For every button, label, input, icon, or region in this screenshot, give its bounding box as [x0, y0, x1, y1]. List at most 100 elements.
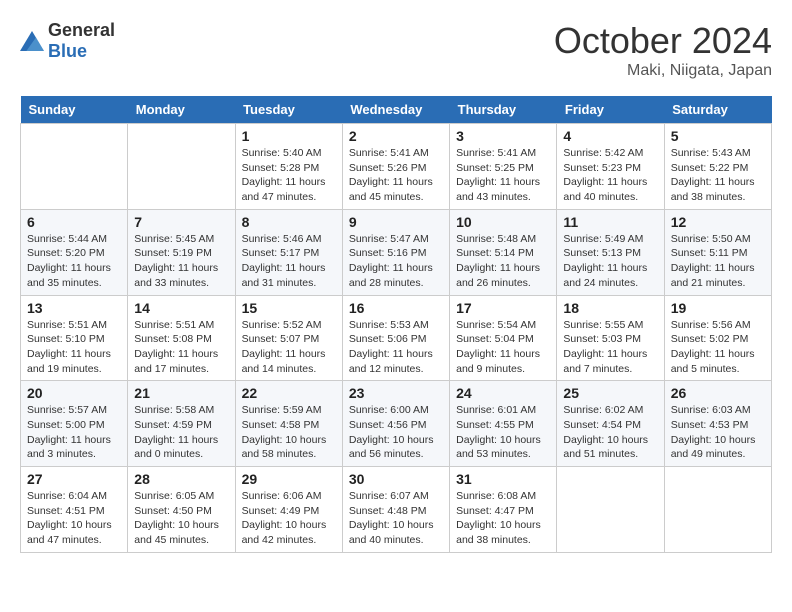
day-number: 1	[242, 128, 336, 144]
calendar-cell	[557, 467, 664, 553]
calendar-cell: 5Sunrise: 5:43 AM Sunset: 5:22 PM Daylig…	[664, 124, 771, 210]
day-info: Sunrise: 5:41 AM Sunset: 5:25 PM Dayligh…	[456, 146, 550, 205]
calendar-cell: 31 Sunrise: 6:08 AM Sunset: 4:47 PM Dayli…	[450, 467, 557, 553]
day-number: 27	[27, 471, 121, 487]
day-number: 9	[349, 214, 443, 230]
day-info: Sunrise: 6:04 AM Sunset: 4:51 PM Dayligh…	[27, 489, 121, 548]
day-info: Sunrise: 5:43 AM Sunset: 5:22 PM Dayligh…	[671, 146, 765, 205]
day-info: Sunrise: 6:05 AM Sunset: 4:50 PM Dayligh…	[134, 489, 228, 548]
day-info: Sunrise: 5:49 AM Sunset: 5:13 PM Dayligh…	[563, 232, 657, 291]
day-info: Sunrise: 5:50 AM Sunset: 5:11 PM Dayligh…	[671, 232, 765, 291]
week-row-3: 13 Sunrise: 5:51 AM Sunset: 5:10 PM Dayli…	[21, 295, 772, 381]
title-block: October 2024 Maki, Niigata, Japan	[554, 20, 772, 80]
day-number: 24	[456, 385, 550, 401]
calendar-cell: 9Sunrise: 5:47 AM Sunset: 5:16 PM Daylig…	[342, 209, 449, 295]
calendar-cell: 4 Sunrise: 5:42 AM Sunset: 5:23 PM Daylig…	[557, 124, 664, 210]
day-number: 8	[242, 214, 336, 230]
day-number: 6	[27, 214, 121, 230]
day-number: 17	[456, 300, 550, 316]
day-info: Sunrise: 5:46 AM Sunset: 5:17 PM Dayligh…	[242, 232, 336, 291]
calendar-cell: 17 Sunrise: 5:54 AM Sunset: 5:04 PM Dayli…	[450, 295, 557, 381]
day-info: Sunrise: 6:07 AM Sunset: 4:48 PM Dayligh…	[349, 489, 443, 548]
week-row-5: 27 Sunrise: 6:04 AM Sunset: 4:51 PM Dayli…	[21, 467, 772, 553]
day-info: Sunrise: 5:48 AM Sunset: 5:14 PM Dayligh…	[456, 232, 550, 291]
calendar-cell: 23 Sunrise: 6:00 AM Sunset: 4:56 PM Dayli…	[342, 381, 449, 467]
day-info: Sunrise: 6:01 AM Sunset: 4:55 PM Dayligh…	[456, 403, 550, 462]
calendar-cell: 18 Sunrise: 5:55 AM Sunset: 5:03 PM Dayli…	[557, 295, 664, 381]
calendar-cell: 30 Sunrise: 6:07 AM Sunset: 4:48 PM Dayli…	[342, 467, 449, 553]
day-number: 23	[349, 385, 443, 401]
day-number: 14	[134, 300, 228, 316]
day-header-friday: Friday	[557, 96, 664, 124]
day-info: Sunrise: 6:00 AM Sunset: 4:56 PM Dayligh…	[349, 403, 443, 462]
day-number: 4	[563, 128, 657, 144]
day-number: 25	[563, 385, 657, 401]
day-number: 20	[27, 385, 121, 401]
week-row-4: 20 Sunrise: 5:57 AM Sunset: 5:00 PM Dayli…	[21, 381, 772, 467]
day-info: Sunrise: 6:02 AM Sunset: 4:54 PM Dayligh…	[563, 403, 657, 462]
calendar-cell	[21, 124, 128, 210]
day-number: 22	[242, 385, 336, 401]
logo-icon	[20, 31, 44, 51]
day-info: Sunrise: 6:03 AM Sunset: 4:53 PM Dayligh…	[671, 403, 765, 462]
calendar-cell: 20 Sunrise: 5:57 AM Sunset: 5:00 PM Dayli…	[21, 381, 128, 467]
day-number: 10	[456, 214, 550, 230]
day-number: 15	[242, 300, 336, 316]
day-number: 12	[671, 214, 765, 230]
day-number: 3	[456, 128, 550, 144]
day-info: Sunrise: 5:42 AM Sunset: 5:23 PM Dayligh…	[563, 146, 657, 205]
calendar-cell: 27 Sunrise: 6:04 AM Sunset: 4:51 PM Dayli…	[21, 467, 128, 553]
day-number: 18	[563, 300, 657, 316]
calendar-cell: 6Sunrise: 5:44 AM Sunset: 5:20 PM Daylig…	[21, 209, 128, 295]
day-header-saturday: Saturday	[664, 96, 771, 124]
day-number: 26	[671, 385, 765, 401]
day-header-thursday: Thursday	[450, 96, 557, 124]
day-number: 30	[349, 471, 443, 487]
logo-text-blue: Blue	[48, 41, 87, 61]
calendar-table: SundayMondayTuesdayWednesdayThursdayFrid…	[20, 96, 772, 553]
calendar-cell	[128, 124, 235, 210]
day-info: Sunrise: 5:51 AM Sunset: 5:10 PM Dayligh…	[27, 318, 121, 377]
day-info: Sunrise: 5:56 AM Sunset: 5:02 PM Dayligh…	[671, 318, 765, 377]
calendar-cell: 12 Sunrise: 5:50 AM Sunset: 5:11 PM Dayli…	[664, 209, 771, 295]
calendar-cell: 15Sunrise: 5:52 AM Sunset: 5:07 PM Dayli…	[235, 295, 342, 381]
day-number: 28	[134, 471, 228, 487]
calendar-cell: 3 Sunrise: 5:41 AM Sunset: 5:25 PM Daylig…	[450, 124, 557, 210]
day-number: 21	[134, 385, 228, 401]
calendar-cell: 16Sunrise: 5:53 AM Sunset: 5:06 PM Dayli…	[342, 295, 449, 381]
day-info: Sunrise: 6:08 AM Sunset: 4:47 PM Dayligh…	[456, 489, 550, 548]
day-number: 13	[27, 300, 121, 316]
day-info: Sunrise: 5:59 AM Sunset: 4:58 PM Dayligh…	[242, 403, 336, 462]
day-number: 31	[456, 471, 550, 487]
day-number: 16	[349, 300, 443, 316]
day-info: Sunrise: 5:51 AM Sunset: 5:08 PM Dayligh…	[134, 318, 228, 377]
day-info: Sunrise: 5:40 AM Sunset: 5:28 PM Dayligh…	[242, 146, 336, 205]
calendar-cell: 24 Sunrise: 6:01 AM Sunset: 4:55 PM Dayli…	[450, 381, 557, 467]
calendar-cell: 13 Sunrise: 5:51 AM Sunset: 5:10 PM Dayli…	[21, 295, 128, 381]
calendar-cell: 1 Sunrise: 5:40 AM Sunset: 5:28 PM Daylig…	[235, 124, 342, 210]
calendar-cell	[664, 467, 771, 553]
calendar-cell: 7Sunrise: 5:45 AM Sunset: 5:19 PM Daylig…	[128, 209, 235, 295]
day-info: Sunrise: 5:41 AM Sunset: 5:26 PM Dayligh…	[349, 146, 443, 205]
logo-text-general: General	[48, 20, 115, 40]
calendar-cell: 28 Sunrise: 6:05 AM Sunset: 4:50 PM Dayli…	[128, 467, 235, 553]
location-title: Maki, Niigata, Japan	[554, 62, 772, 80]
day-number: 19	[671, 300, 765, 316]
calendar-cell: 29Sunrise: 6:06 AM Sunset: 4:49 PM Dayli…	[235, 467, 342, 553]
calendar-cell: 21 Sunrise: 5:58 AM Sunset: 4:59 PM Dayli…	[128, 381, 235, 467]
day-info: Sunrise: 5:54 AM Sunset: 5:04 PM Dayligh…	[456, 318, 550, 377]
page-header: General Blue October 2024 Maki, Niigata,…	[20, 20, 772, 80]
calendar-header-row: SundayMondayTuesdayWednesdayThursdayFrid…	[21, 96, 772, 124]
week-row-2: 6Sunrise: 5:44 AM Sunset: 5:20 PM Daylig…	[21, 209, 772, 295]
day-info: Sunrise: 5:55 AM Sunset: 5:03 PM Dayligh…	[563, 318, 657, 377]
month-title: October 2024	[554, 20, 772, 62]
day-number: 11	[563, 214, 657, 230]
calendar-cell: 22 Sunrise: 5:59 AM Sunset: 4:58 PM Dayli…	[235, 381, 342, 467]
day-info: Sunrise: 5:45 AM Sunset: 5:19 PM Dayligh…	[134, 232, 228, 291]
day-header-monday: Monday	[128, 96, 235, 124]
day-header-sunday: Sunday	[21, 96, 128, 124]
day-info: Sunrise: 5:57 AM Sunset: 5:00 PM Dayligh…	[27, 403, 121, 462]
day-info: Sunrise: 5:58 AM Sunset: 4:59 PM Dayligh…	[134, 403, 228, 462]
day-number: 29	[242, 471, 336, 487]
calendar-cell: 2Sunrise: 5:41 AM Sunset: 5:26 PM Daylig…	[342, 124, 449, 210]
